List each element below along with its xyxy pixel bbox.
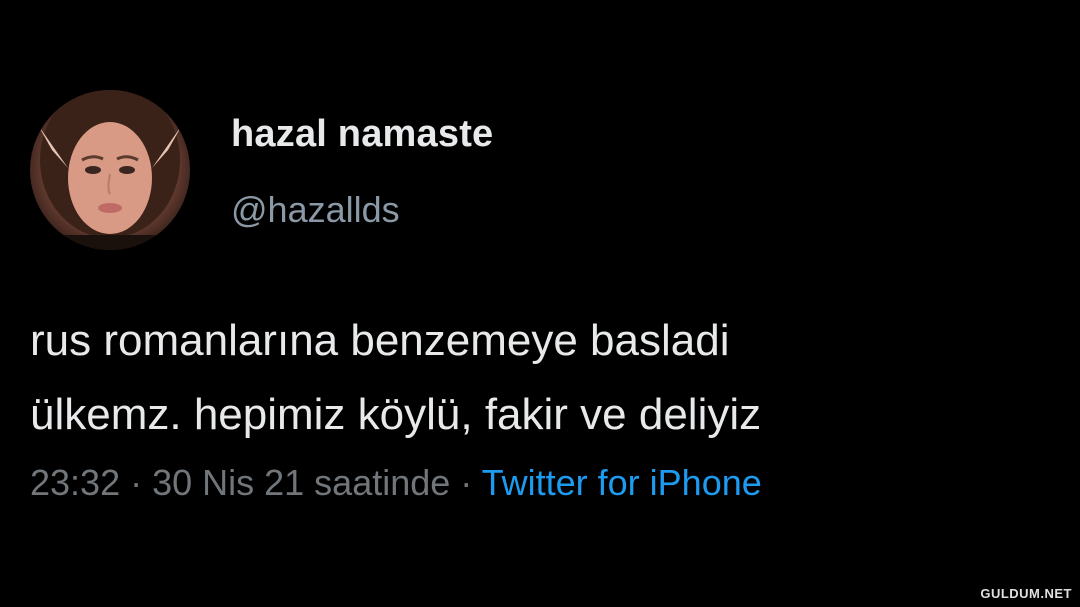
- author-handle[interactable]: @hazallds: [231, 189, 400, 231]
- meta-separator: ·: [120, 462, 153, 503]
- author-display-name[interactable]: hazal namaste: [231, 113, 493, 156]
- tweet-meta: 23:32 · 30 Nis 21 saatinde · Twitter for…: [30, 462, 762, 504]
- avatar-portrait: [30, 90, 190, 250]
- tweet-text: rus romanlarına benzemeye basladi ülkemz…: [30, 304, 1070, 452]
- watermark: GULDUM.NET: [980, 586, 1072, 601]
- tweet-text-line: ülkemz. hepimiz köylü, fakir ve deliyiz: [30, 390, 762, 439]
- tweet-date[interactable]: 30 Nis 21 saatinde: [152, 462, 450, 503]
- tweet-card: hazal namaste @hazallds rus romanlarına …: [0, 0, 1080, 607]
- tweet-time[interactable]: 23:32: [30, 462, 120, 503]
- meta-separator: ·: [450, 462, 482, 503]
- avatar[interactable]: [30, 90, 190, 250]
- tweet-text-line: rus romanlarına benzemeye basladi: [30, 316, 730, 365]
- tweet-source-link[interactable]: Twitter for iPhone: [482, 462, 762, 503]
